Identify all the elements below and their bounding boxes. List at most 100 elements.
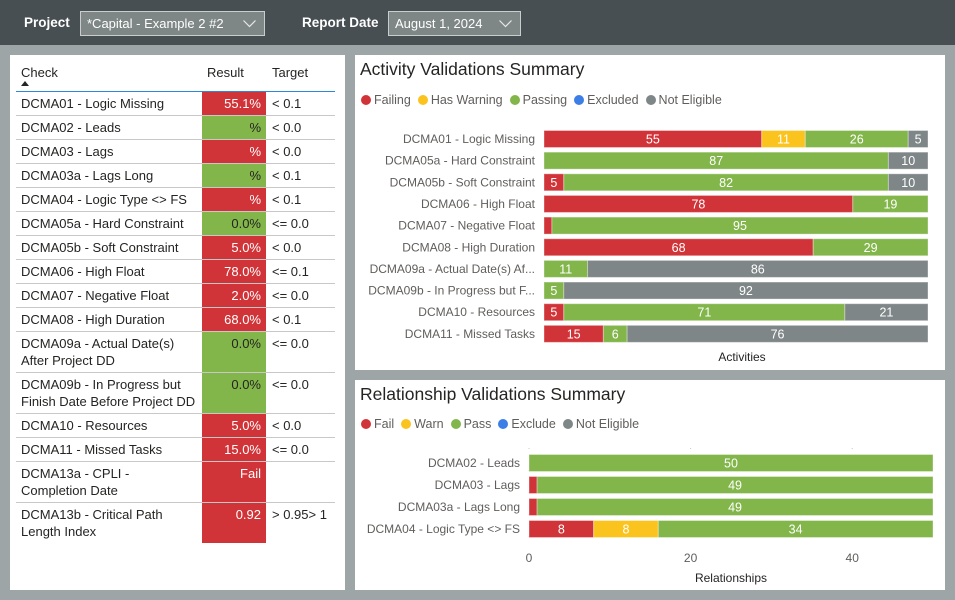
target-cell: < 0.0 xyxy=(272,120,302,135)
category-label: DCMA09a - Actual Date(s) Af... xyxy=(370,262,535,276)
data-label: 50 xyxy=(724,457,738,471)
check-name-cell: DCMA03a - Lags Long xyxy=(21,168,154,183)
data-label: 68 xyxy=(672,241,686,255)
bar-segment[interactable] xyxy=(528,498,538,516)
result-cell: 15.0% xyxy=(202,438,266,461)
chevron-down-icon xyxy=(243,20,256,28)
table-row[interactable]: DCMA01 - Logic Missing 55.1% < 0.1 xyxy=(16,92,335,116)
category-label: DCMA06 - High Float xyxy=(421,197,536,211)
bar-segment[interactable] xyxy=(528,476,538,494)
table-body: DCMA01 - Logic Missing 55.1% < 0.1 DCMA02 -… xyxy=(16,92,335,543)
category-label: DCMA04 - Logic Type <> FS xyxy=(367,522,520,536)
sort-ascending-icon xyxy=(21,81,29,86)
target-cell: <= 0.0 xyxy=(272,288,309,303)
report-date-dropdown[interactable]: August 1, 2024 xyxy=(388,11,521,36)
data-label: 95 xyxy=(733,219,747,233)
data-label: 49 xyxy=(728,479,742,493)
column-header-check[interactable]: Check xyxy=(21,64,58,81)
data-label: 5 xyxy=(550,306,557,320)
result-cell: 68.0% xyxy=(202,308,266,331)
data-label: 5 xyxy=(550,176,557,190)
report-date-dropdown-value: August 1, 2024 xyxy=(395,16,483,31)
data-label: 92 xyxy=(739,284,753,298)
data-label: 6 xyxy=(612,327,619,341)
result-cell: % xyxy=(202,140,266,163)
table-row[interactable]: DCMA02 - Leads% < 0.0 xyxy=(16,116,335,140)
category-label: DCMA07 - Negative Float xyxy=(398,219,535,233)
table-row[interactable]: DCMA10 - Resources 5.0% < 0.0 xyxy=(16,414,335,438)
check-name-cell: DCMA07 - Negative Float xyxy=(21,288,170,303)
data-label: 11 xyxy=(559,262,572,276)
check-name-cell: DCMA13a - CPLI - Completion Date xyxy=(21,466,130,498)
target-cell: > 0.95> 1 xyxy=(272,507,327,522)
category-label: DCMA08 - High Duration xyxy=(402,240,535,254)
result-cell: 0.0% xyxy=(202,332,266,372)
table-row[interactable]: DCMA03 - Lags% < 0.0 xyxy=(16,140,335,164)
table-row[interactable]: DCMA13a - CPLI - Completion Date Fail xyxy=(16,462,335,503)
target-cell: < 0.0 xyxy=(272,240,302,255)
target-cell: <= 0.0 xyxy=(272,377,309,392)
x-tick-label: 0 xyxy=(526,551,533,565)
category-label: DCMA10 - Resources xyxy=(418,305,535,319)
table-row[interactable]: DCMA08 - High Duration 68.0% < 0.1 xyxy=(16,308,335,332)
relationship-bar-chart: 0 20 40 DCMA02 - Leads 50 DCMA03 - Lags 49 DCMA… xyxy=(367,448,934,585)
table-header: Check Result Target xyxy=(16,55,335,92)
data-label: 71 xyxy=(697,306,711,320)
project-dropdown-value: *Capital - Example 2 #2 xyxy=(87,16,224,31)
target-cell xyxy=(266,462,335,502)
x-tick-label: 40 xyxy=(846,551,860,565)
data-label: 5 xyxy=(915,133,922,147)
check-name-cell: DCMA05b - Soft Constraint xyxy=(21,240,179,255)
table-row[interactable]: DCMA07 - Negative Float 2.0% <= 0.0 xyxy=(16,284,335,308)
result-cell: 55.1% xyxy=(202,92,266,115)
result-cell: % xyxy=(202,164,266,187)
table-row[interactable]: DCMA03a - Lags Long% < 0.1 xyxy=(16,164,335,188)
bar-segment[interactable] xyxy=(543,216,553,235)
category-label: DCMA09b - In Progress but F... xyxy=(368,284,535,298)
target-cell: <= 0.0 xyxy=(272,216,309,231)
table-row[interactable]: DCMA09a - Actual Date(s) After Project D… xyxy=(16,332,335,373)
result-cell: 0.0% xyxy=(202,373,266,413)
category-label: DCMA05a - Hard Constraint xyxy=(385,154,536,168)
table-row[interactable]: DCMA06 - High Float 78.0% <= 0.1 xyxy=(16,260,335,284)
data-label: 8 xyxy=(558,523,565,537)
table-row[interactable]: DCMA05a - Hard Constraint 0.0% <= 0.0 xyxy=(16,212,335,236)
data-label: 34 xyxy=(789,523,803,537)
check-name-cell: DCMA03 - Lags xyxy=(21,144,114,159)
result-cell: 78.0% xyxy=(202,260,266,283)
project-label: Project xyxy=(24,15,70,30)
chevron-down-icon xyxy=(499,20,512,28)
report-date-label: Report Date xyxy=(302,15,379,30)
check-name-cell: DCMA13b - Critical Path Length Index xyxy=(21,507,163,539)
table-row[interactable]: DCMA13b - Critical Path Length Index 0.92… xyxy=(16,503,335,543)
table-row[interactable]: DCMA05b - Soft Constraint 5.0% < 0.0 xyxy=(16,236,335,260)
check-name-cell: DCMA10 - Resources xyxy=(21,418,148,433)
check-name-cell: DCMA09b - In Progress but Finish Date Be… xyxy=(21,377,196,409)
target-cell: < 0.1 xyxy=(272,312,302,327)
result-cell: % xyxy=(202,116,266,139)
check-name-cell: DCMA06 - High Float xyxy=(21,264,145,279)
category-label: DCMA03a - Lags Long xyxy=(398,500,520,514)
target-cell: <= 0.0 xyxy=(272,336,309,351)
data-label: 8 xyxy=(622,523,629,537)
project-dropdown[interactable]: *Capital - Example 2 #2 xyxy=(80,11,265,36)
category-label: DCMA01 - Logic Missing xyxy=(403,132,535,146)
column-header-result[interactable]: Result xyxy=(207,64,244,81)
data-label: 19 xyxy=(883,197,897,211)
table-row[interactable]: DCMA04 - Logic Type <> FS% < 0.1 xyxy=(16,188,335,212)
table-row[interactable]: DCMA09b - In Progress but Finish Date Be… xyxy=(16,373,335,414)
check-name-cell: DCMA09a - Actual Date(s) After Project D… xyxy=(21,336,175,368)
relationship-validations-chart: Relationship Validations Summary Fail War… xyxy=(355,380,945,590)
result-cell: 2.0% xyxy=(202,284,266,307)
column-header-target[interactable]: Target xyxy=(272,64,308,81)
result-cell: % xyxy=(202,188,266,211)
target-cell: < 0.1 xyxy=(272,168,302,183)
table-row[interactable]: DCMA11 - Missed Tasks 15.0% <= 0.0 xyxy=(16,438,335,462)
check-name-cell: DCMA05a - Hard Constraint xyxy=(21,216,184,231)
data-label: 29 xyxy=(864,241,878,255)
data-label: 5 xyxy=(550,284,557,298)
category-label: DCMA02 - Leads xyxy=(428,456,520,470)
target-cell: < 0.0 xyxy=(272,144,302,159)
data-label: 76 xyxy=(771,327,785,341)
target-cell: < 0.1 xyxy=(272,192,302,207)
